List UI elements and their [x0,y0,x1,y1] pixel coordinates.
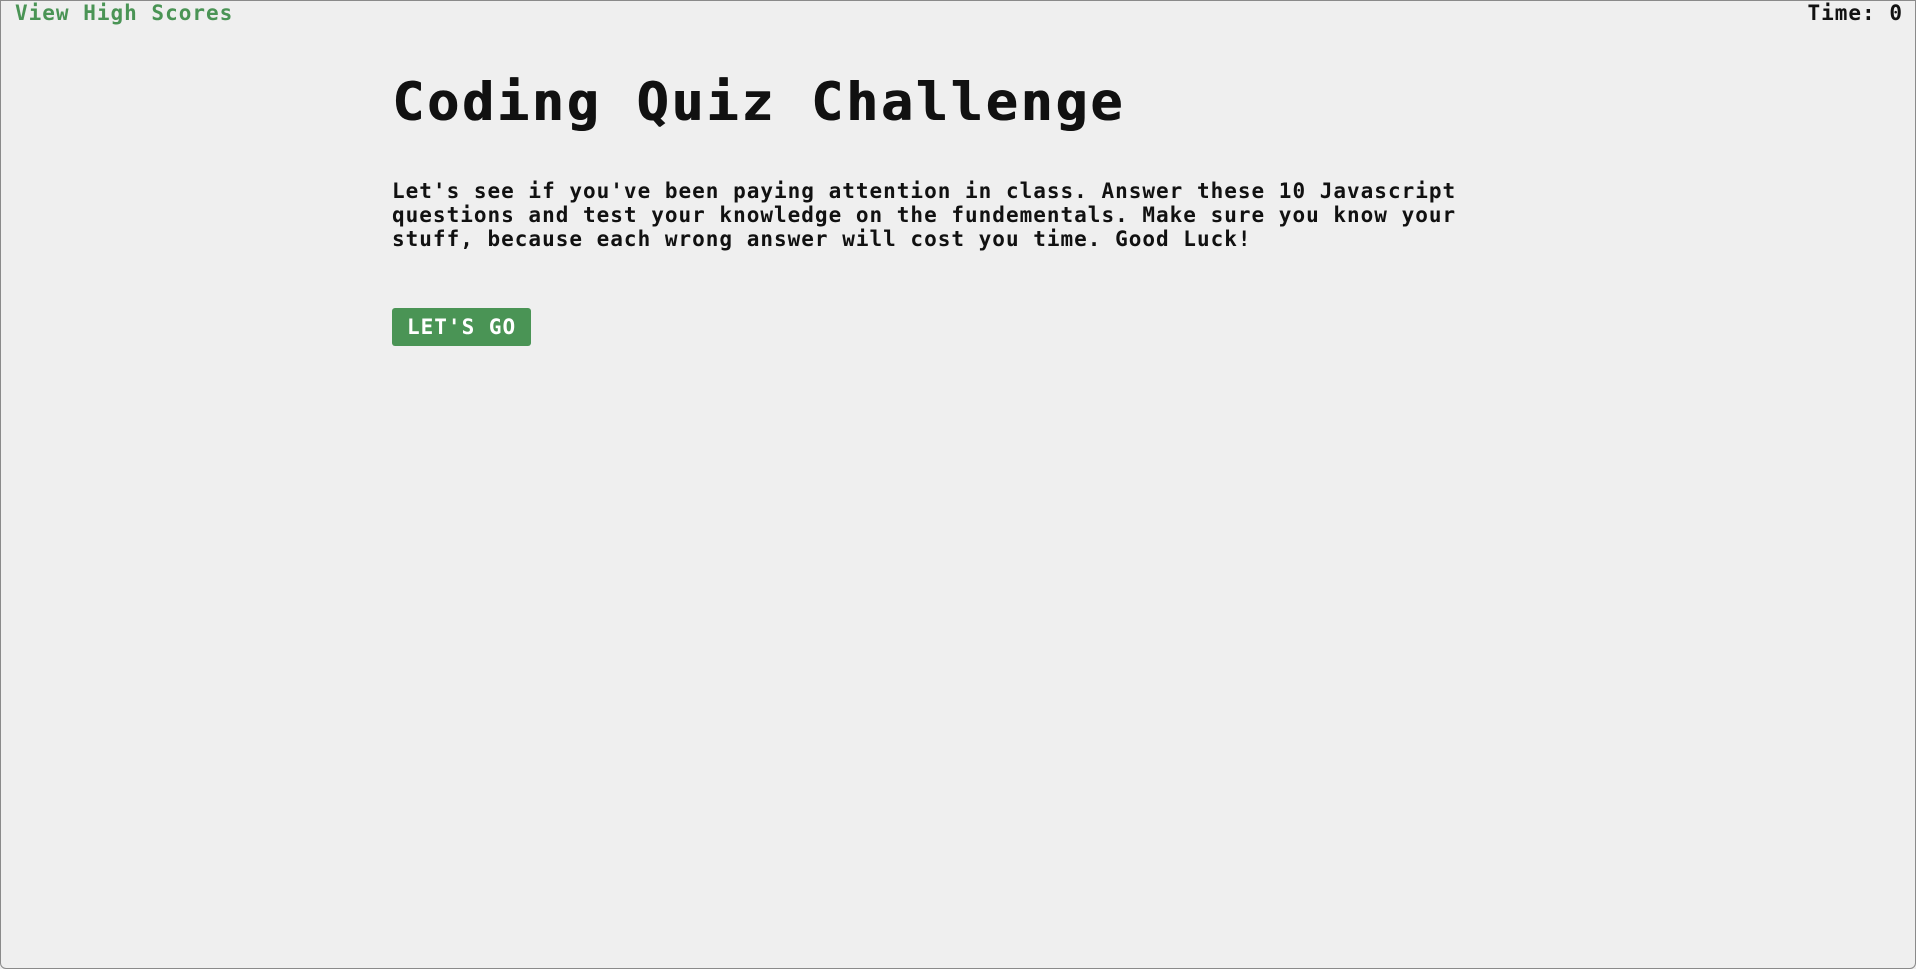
view-high-scores-link[interactable]: View High Scores [15,1,233,25]
page-frame: View High Scores Time: 0 Coding Quiz Cha… [0,0,1916,969]
timer-value: 0 [1889,1,1903,25]
intro-text: Let's see if you've been paying attentio… [392,179,1457,251]
top-bar: View High Scores Time: 0 [1,1,1915,27]
page-title: Coding Quiz Challenge [392,72,1126,133]
timer: Time: 0 [1807,1,1903,25]
timer-label: Time: [1807,1,1876,25]
quiz-intro-section: Coding Quiz Challenge Let's see if you'v… [392,71,1552,346]
start-quiz-button[interactable]: LET'S GO [392,308,532,346]
